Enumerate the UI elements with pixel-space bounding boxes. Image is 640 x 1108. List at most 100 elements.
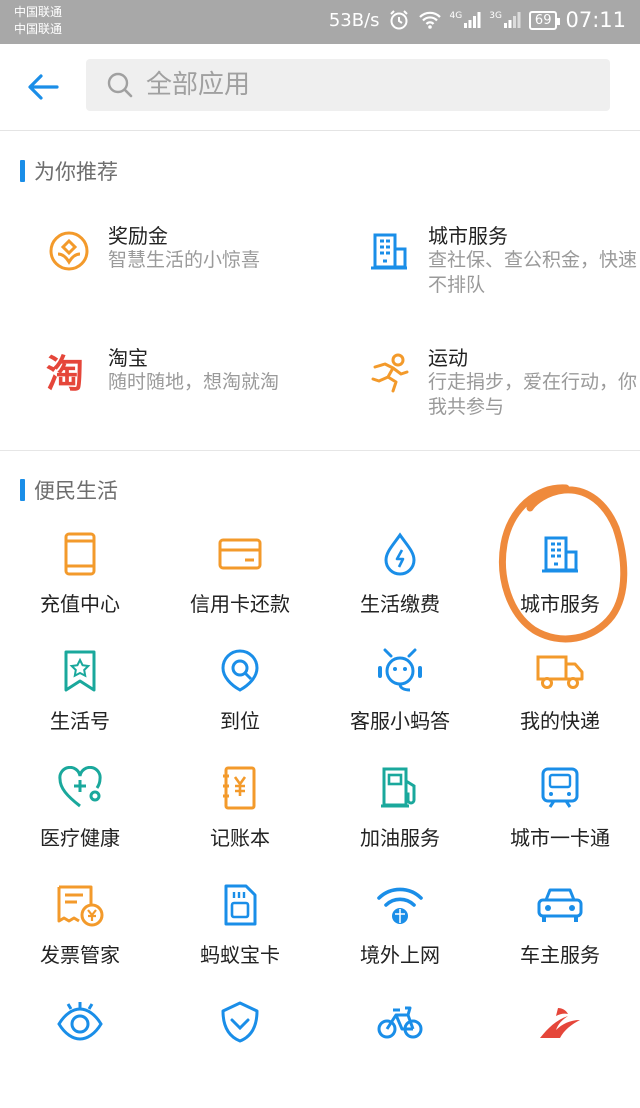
alarm-icon [388, 9, 410, 31]
grid-item-life-account[interactable]: 生活号 [0, 647, 160, 757]
rec-item-reward[interactable]: 奖励金 智慧生活的小惊喜 [46, 224, 346, 338]
search-icon [106, 71, 134, 99]
grid-label: 城市一卡通 [510, 826, 610, 850]
carrier-2: 中国联通 [14, 22, 63, 36]
network-speed: 53B/s [328, 9, 380, 31]
bird-logo-icon [536, 998, 584, 1046]
grid-label: 生活号 [50, 709, 110, 733]
grid-item-express[interactable]: 我的快递 [480, 647, 640, 757]
grid-label: 我的快递 [520, 709, 600, 733]
rec-item-city-service[interactable]: 城市服务 查社保、查公积金，快速不排队 [366, 224, 640, 338]
grid-label: 充值中心 [40, 592, 120, 616]
taobao-icon: 淘 [46, 350, 92, 396]
rec-desc: 智慧生活的小惊喜 [108, 249, 261, 271]
grid-label: 城市服务 [520, 592, 600, 616]
search-header [0, 44, 640, 131]
water-drop-icon [376, 530, 424, 578]
phone-icon [56, 530, 104, 578]
search-bar[interactable] [86, 59, 610, 111]
grid-label: 蚂蚁宝卡 [200, 943, 280, 967]
grid-item-daowei[interactable]: 到位 [160, 647, 320, 757]
clock: 07:11 [565, 8, 626, 32]
life-title-text: 便民生活 [34, 479, 118, 503]
sim-card-icon [216, 881, 264, 929]
rec-desc: 查社保、查公积金，快速不排队 [428, 249, 638, 296]
status-bar: 中国联通 中国联通 53B/s 4G 3G 69 07:11 [0, 0, 640, 44]
running-icon [366, 350, 412, 396]
credit-card-icon [216, 530, 264, 578]
grid-item-overseas-internet[interactable]: 境外上网 [320, 881, 480, 991]
grid-label: 境外上网 [360, 943, 440, 967]
life-section-title: 便民生活 [20, 475, 118, 505]
back-arrow-icon [28, 74, 59, 100]
medical-heart-icon [56, 764, 104, 812]
rec-item-sport[interactable]: 运动 行走捐步，爱在行动，你我共参与 [366, 346, 640, 460]
grid-item-city-card[interactable]: 城市一卡通 [480, 764, 640, 874]
status-icons: 53B/s 4G 3G 69 07:11 [329, 8, 626, 32]
search-input[interactable] [144, 69, 568, 101]
ant-service-icon [376, 647, 424, 695]
rec-item-taobao[interactable]: 淘 淘宝 随时随地，想淘就淘 [46, 346, 346, 460]
grid-item-bicycle[interactable] [320, 998, 480, 1108]
reward-gold-icon [46, 228, 92, 274]
signal-4g-icon: 4G [450, 11, 482, 29]
grid-item-utility-bill[interactable]: 生活缴费 [320, 530, 480, 640]
grid-label: 车主服务 [520, 943, 600, 967]
delivery-truck-icon [536, 647, 584, 695]
rec-title: 运动 [428, 346, 468, 370]
grid-item-fuel[interactable]: 加油服务 [320, 764, 480, 874]
grid-item-ant-card[interactable]: 蚂蚁宝卡 [160, 881, 320, 991]
rec-desc: 随时随地，想淘就淘 [108, 371, 280, 393]
shield-chevron-icon [216, 998, 264, 1046]
grid-label: 医疗健康 [40, 826, 120, 850]
grid-label: 记账本 [210, 826, 270, 850]
battery-icon: 69 [528, 10, 560, 30]
bus-card-icon [536, 764, 584, 812]
invoice-icon [56, 881, 104, 929]
ledger-book-icon [216, 764, 264, 812]
city-building-icon [366, 228, 412, 274]
recommend-section-title: 为你推荐 [20, 156, 118, 186]
rec-desc: 行走捐步，爱在行动，你我共参与 [428, 371, 638, 418]
fuel-pump-icon [376, 764, 424, 812]
wifi-icon [418, 10, 442, 30]
signal-3g-icon: 3G [489, 11, 521, 29]
city-building-icon [536, 530, 584, 578]
bookmark-star-icon [56, 647, 104, 695]
grid-label: 生活缴费 [360, 592, 440, 616]
grid-item-invoice[interactable]: 发票管家 [0, 881, 160, 991]
grid-item-medical[interactable]: 医疗健康 [0, 764, 160, 874]
grid-item-shield[interactable] [160, 998, 320, 1108]
grid-item-eye[interactable] [0, 998, 160, 1108]
location-pin-icon [216, 647, 264, 695]
svg-text:淘: 淘 [46, 353, 84, 393]
grid-label: 到位 [220, 709, 260, 733]
net-3g-label: 3G [489, 11, 502, 21]
eye-icon [56, 998, 104, 1046]
grid-item-customer-service[interactable]: 客服小蚂答 [320, 647, 480, 757]
grid-item-bird[interactable] [480, 998, 640, 1108]
wifi-globe-icon [376, 881, 424, 929]
carrier-names: 中国联通 中国联通 [14, 4, 62, 38]
rec-title: 奖励金 [108, 224, 168, 248]
rec-title: 淘宝 [108, 346, 148, 370]
net-4g-label: 4G [449, 11, 463, 21]
car-icon [536, 881, 584, 929]
rec-title: 城市服务 [428, 224, 508, 248]
grid-label: 信用卡还款 [190, 592, 290, 616]
grid-label: 客服小蚂答 [350, 709, 450, 733]
recommend-title-text: 为你推荐 [34, 160, 118, 184]
grid-item-city-service[interactable]: 城市服务 [480, 530, 640, 640]
grid-item-recharge[interactable]: 充值中心 [0, 530, 160, 640]
bicycle-icon [376, 998, 424, 1046]
grid-item-car-owner[interactable]: 车主服务 [480, 881, 640, 991]
back-button[interactable] [22, 66, 64, 108]
section-marker [20, 160, 25, 182]
grid-label: 加油服务 [360, 826, 440, 850]
grid-label: 发票管家 [40, 943, 120, 967]
section-divider [0, 450, 640, 451]
section-marker [20, 479, 25, 501]
grid-item-credit-card[interactable]: 信用卡还款 [160, 530, 320, 640]
carrier-1: 中国联通 [14, 5, 63, 19]
grid-item-ledger[interactable]: 记账本 [160, 764, 320, 874]
